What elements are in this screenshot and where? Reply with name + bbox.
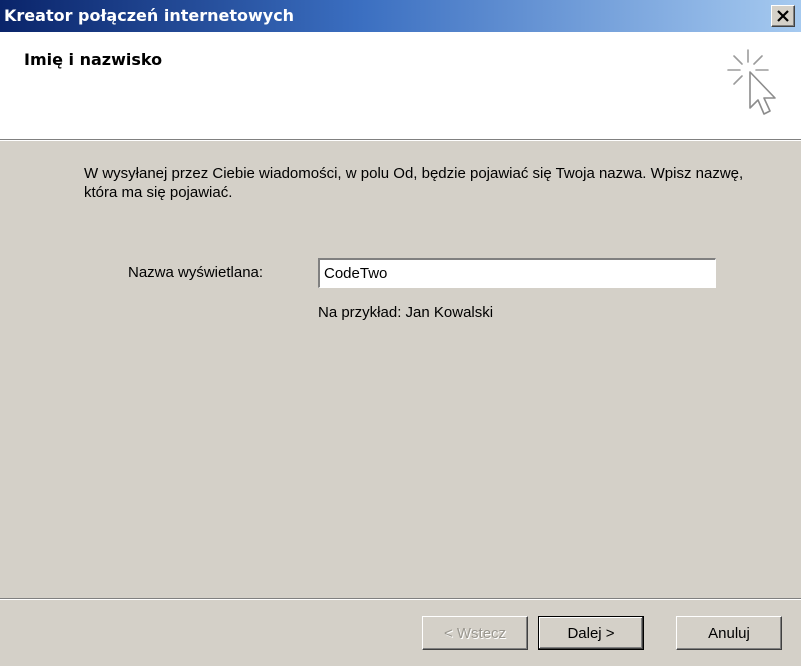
wizard-window: Kreator połączeń internetowych Imię i na… bbox=[0, 0, 801, 666]
page-title: Imię i nazwisko bbox=[24, 50, 163, 69]
window-title: Kreator połączeń internetowych bbox=[4, 6, 295, 25]
wizard-header: Imię i nazwisko bbox=[0, 32, 801, 139]
example-hint: Na przykład: Jan Kowalski bbox=[318, 304, 494, 321]
cancel-button[interactable]: Anuluj bbox=[676, 616, 782, 650]
next-button[interactable]: Dalej > bbox=[538, 616, 644, 650]
close-button[interactable] bbox=[771, 5, 795, 27]
instructions-text: W wysyłanej przez Ciebie wiadomości, w p… bbox=[84, 165, 744, 201]
wizard-cursor-icon bbox=[727, 49, 776, 115]
display-name-label: Nazwa wyświetlana: bbox=[128, 264, 264, 281]
display-name-input[interactable] bbox=[318, 258, 716, 288]
header-separator bbox=[0, 139, 801, 141]
footer-separator bbox=[0, 598, 801, 600]
title-bar[interactable]: Kreator połączeń internetowych bbox=[0, 0, 801, 32]
close-icon bbox=[777, 10, 789, 22]
back-button[interactable]: < Wstecz bbox=[422, 616, 528, 650]
